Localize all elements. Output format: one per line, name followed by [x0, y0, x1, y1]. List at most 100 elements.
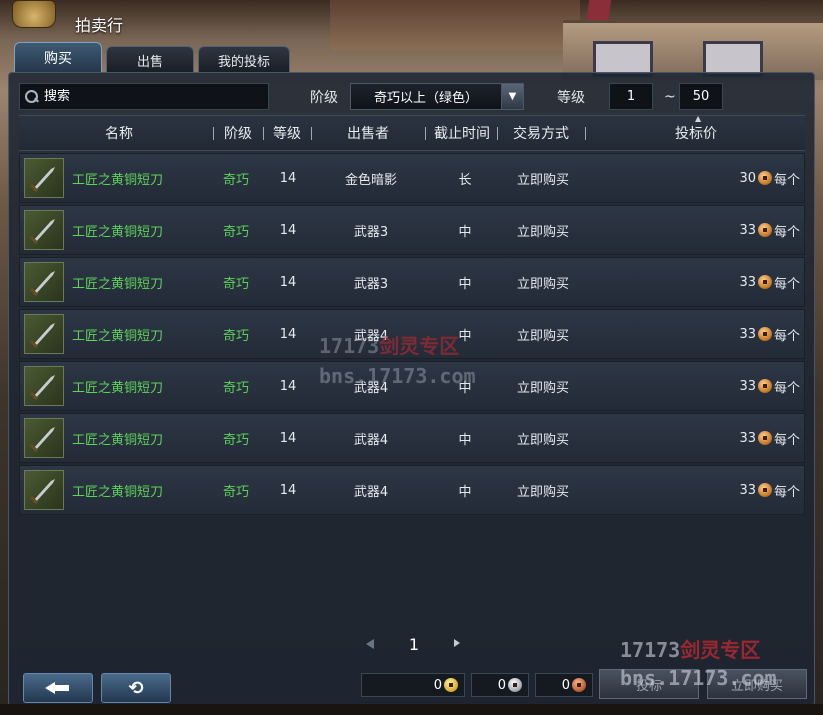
- level-min-input[interactable]: [609, 83, 653, 110]
- item-name: 工匠之黄铜短刀: [72, 276, 164, 292]
- item-seller: 武器3: [353, 276, 389, 292]
- item-price: 30 每个: [739, 154, 800, 202]
- bid-button[interactable]: 投标: [599, 669, 699, 699]
- price-value: 33: [739, 378, 756, 394]
- table-row[interactable]: 工匠之黄铜短刀 奇巧 14 武器3 中 立即购买 33 每个: [19, 205, 805, 255]
- auction-chest-icon: [12, 0, 56, 28]
- item-level: 14: [279, 326, 297, 342]
- item-level: 14: [279, 170, 297, 186]
- column-header-seller[interactable]: 出售者: [313, 116, 423, 150]
- level-max-input[interactable]: [679, 83, 723, 110]
- title-bar[interactable]: 拍卖行: [8, 0, 815, 40]
- item-price: 33 每个: [739, 310, 800, 358]
- item-trade-type: 立即购买: [516, 224, 569, 240]
- next-page-icon[interactable]: [450, 637, 464, 651]
- copper-value: 0: [561, 677, 570, 693]
- item-trade-type: 立即购买: [516, 276, 569, 292]
- dagger-icon: [24, 262, 64, 302]
- table-row[interactable]: 工匠之黄铜短刀 奇巧 14 金色暗影 长 立即购买 30 每个: [19, 153, 805, 203]
- price-unit: 每个: [773, 224, 800, 240]
- price-value: 33: [739, 222, 756, 238]
- level-filter-label: 等级: [557, 90, 585, 106]
- item-time-left: 长: [458, 172, 472, 188]
- gold-value: 0: [433, 677, 442, 693]
- grade-select[interactable]: 奇巧以上（绿色） ▼: [350, 83, 524, 110]
- coin-icon: [757, 171, 772, 185]
- price-value: 33: [739, 430, 756, 446]
- tab-sell[interactable]: 出售: [106, 46, 194, 73]
- item-name: 工匠之黄铜短刀: [72, 484, 164, 500]
- refresh-button[interactable]: ⟲: [101, 673, 171, 703]
- search-box[interactable]: [19, 83, 269, 110]
- item-time-left: 中: [458, 328, 472, 344]
- price-unit: 每个: [773, 380, 800, 396]
- auction-window: 拍卖行 购买 出售 我的投标 阶级 奇巧以上（绿色） ▼ 等级 ~ 名称 阶级 …: [8, 0, 815, 706]
- item-level: 14: [279, 222, 297, 238]
- table-row[interactable]: 工匠之黄铜短刀 奇巧 14 武器4 中 立即购买 33 每个: [19, 309, 805, 359]
- item-price: 33 每个: [739, 466, 800, 514]
- item-level: 14: [279, 274, 297, 290]
- coin-icon: [757, 483, 772, 497]
- prev-page-icon[interactable]: [364, 637, 378, 651]
- column-separator: [311, 127, 312, 140]
- table-row[interactable]: 工匠之黄铜短刀 奇巧 14 武器4 中 立即购买 33 每个: [19, 361, 805, 411]
- item-seller: 武器4: [353, 432, 389, 448]
- item-grade: 奇巧: [222, 328, 249, 344]
- coin-icon: [757, 327, 772, 341]
- column-separator: [585, 127, 586, 140]
- column-header-name[interactable]: 名称: [19, 116, 219, 150]
- silver-amount[interactable]: 0: [471, 673, 529, 697]
- item-name: 工匠之黄铜短刀: [72, 380, 164, 396]
- gold-coin-icon: [444, 678, 458, 692]
- grade-filter-label: 阶级: [310, 90, 338, 106]
- item-seller: 武器4: [353, 484, 389, 500]
- dagger-icon: [24, 418, 64, 458]
- coin-icon: [757, 275, 772, 289]
- item-name: 工匠之黄铜短刀: [72, 224, 164, 240]
- table-header: 名称 阶级 等级 出售者 截止时间 交易方式 投标价 ▲: [19, 114, 805, 151]
- search-input[interactable]: [40, 89, 268, 104]
- column-header-trade[interactable]: 交易方式: [499, 116, 583, 150]
- silver-value: 0: [497, 677, 506, 693]
- coin-icon: [757, 379, 772, 393]
- column-separator: [213, 127, 214, 140]
- dagger-icon: [24, 158, 64, 198]
- table-row[interactable]: 工匠之黄铜短刀 奇巧 14 武器4 中 立即购买 33 每个: [19, 413, 805, 463]
- item-name: 工匠之黄铜短刀: [72, 172, 164, 188]
- back-button[interactable]: [23, 673, 93, 703]
- price-value: 33: [739, 482, 756, 498]
- page-number: 1: [408, 634, 420, 654]
- tab-my-bids[interactable]: 我的投标: [198, 46, 290, 73]
- item-time-left: 中: [458, 432, 472, 448]
- item-grade: 奇巧: [222, 172, 249, 188]
- item-trade-type: 立即购买: [516, 432, 569, 448]
- table-row[interactable]: 工匠之黄铜短刀 奇巧 14 武器4 中 立即购买 33 每个: [19, 465, 805, 515]
- price-value: 30: [739, 170, 756, 186]
- price-value: 33: [739, 326, 756, 342]
- coin-icon: [757, 223, 772, 237]
- copper-coin-icon: [572, 678, 586, 692]
- chevron-down-icon[interactable]: ▼: [501, 84, 523, 109]
- column-header-time[interactable]: 截止时间: [427, 116, 497, 150]
- column-header-grade[interactable]: 阶级: [215, 116, 261, 150]
- dagger-icon: [24, 470, 64, 510]
- column-header-level[interactable]: 等级: [265, 116, 309, 150]
- price-value: 33: [739, 274, 756, 290]
- table-row[interactable]: 工匠之黄铜短刀 奇巧 14 武器3 中 立即购买 33 每个: [19, 257, 805, 307]
- item-grade: 奇巧: [222, 432, 249, 448]
- dagger-icon: [24, 314, 64, 354]
- item-seller: 武器4: [353, 328, 389, 344]
- price-unit: 每个: [773, 432, 800, 448]
- level-range-separator: ~: [664, 89, 676, 105]
- item-level: 14: [279, 378, 297, 394]
- item-price: 33 每个: [739, 258, 800, 306]
- tab-buy[interactable]: 购买: [14, 42, 102, 73]
- buy-now-button[interactable]: 立即购买: [707, 669, 807, 699]
- gold-amount[interactable]: 0: [361, 673, 465, 697]
- item-seller: 武器4: [353, 380, 389, 396]
- item-grade: 奇巧: [222, 276, 249, 292]
- copper-amount[interactable]: 0: [535, 673, 593, 697]
- item-trade-type: 立即购买: [516, 328, 569, 344]
- coin-icon: [757, 431, 772, 445]
- price-unit: 每个: [773, 276, 800, 292]
